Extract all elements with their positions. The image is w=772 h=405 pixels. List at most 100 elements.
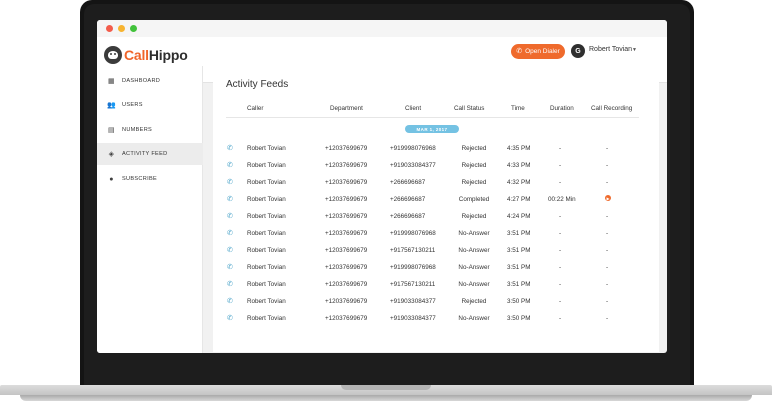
open-dialer-button[interactable]: ✆ Open Dialer bbox=[511, 44, 565, 59]
maximize-window-dot[interactable] bbox=[130, 25, 137, 32]
laptop-base bbox=[0, 385, 772, 405]
outgoing-call-icon: ✆ bbox=[227, 298, 233, 305]
outgoing-call-icon: ✆ bbox=[227, 145, 233, 152]
cell-status: No-Answer bbox=[458, 247, 490, 254]
table-row[interactable]: ✆ Robert Tovian +12037699679 +919033084377 N… bbox=[213, 310, 659, 327]
column-header-caller: Caller bbox=[247, 105, 264, 112]
sidebar-item-label: DASHBOARD bbox=[122, 78, 161, 84]
cell-caller: Robert Tovian bbox=[247, 264, 286, 271]
cell-client: +266696687 bbox=[390, 196, 426, 203]
outgoing-call-icon: ✆ bbox=[227, 162, 233, 169]
cell-department: +12037699679 bbox=[325, 162, 368, 169]
page-title: Activity Feeds bbox=[226, 79, 289, 90]
cell-time: 3:51 PM bbox=[507, 281, 531, 288]
cell-caller: Robert Tovian bbox=[247, 196, 286, 203]
chevron-down-icon[interactable]: ▼ bbox=[632, 47, 637, 53]
cell-status: Rejected bbox=[461, 213, 487, 220]
table-row[interactable]: ✆ Robert Tovian +12037699679 +917567130211 N… bbox=[213, 242, 659, 259]
cell-department: +12037699679 bbox=[325, 315, 368, 322]
column-header-call-status: Call Status bbox=[454, 105, 485, 112]
cell-recording: - bbox=[606, 230, 609, 237]
laptop-stage: CallHippo ✆ Open Dialer G Robert Tovian … bbox=[0, 0, 772, 405]
close-window-dot[interactable] bbox=[106, 25, 113, 32]
cell-status: No-Answer bbox=[458, 264, 490, 271]
cell-duration: - bbox=[558, 145, 562, 152]
table-row[interactable]: ✆ Robert Tovian +12037699679 +919998076968 N… bbox=[213, 225, 659, 242]
table-row[interactable]: ✆ Robert Tovian +12037699679 +266696687 Comp… bbox=[213, 191, 659, 208]
column-header-time: Time bbox=[511, 105, 525, 112]
subscribe-icon: ● bbox=[109, 175, 114, 183]
table-row[interactable]: ✆ Robert Tovian +12037699679 +266696687 Reje… bbox=[213, 174, 659, 191]
play-recording-icon[interactable]: ▶ bbox=[605, 195, 611, 201]
cell-duration: - bbox=[558, 247, 562, 254]
sidebar-item-label: USERS bbox=[122, 102, 143, 108]
cell-recording: - bbox=[606, 281, 609, 288]
logo-text: CallHippo bbox=[124, 47, 188, 63]
open-dialer-label: Open Dialer bbox=[525, 48, 560, 55]
date-badge: MAR 1, 2017 bbox=[405, 125, 459, 133]
sidebar-item-dashboard[interactable]: ▦ DASHBOARD bbox=[97, 70, 203, 92]
cell-recording: - bbox=[606, 298, 609, 305]
outgoing-call-icon: ✆ bbox=[227, 281, 233, 288]
cell-status: No-Answer bbox=[458, 230, 490, 237]
column-header-duration: Duration bbox=[550, 105, 574, 112]
callhippo-logo[interactable]: CallHippo bbox=[104, 44, 188, 66]
outgoing-call-icon: ✆ bbox=[227, 179, 233, 186]
column-header-department: Department bbox=[330, 105, 363, 112]
cell-status: Completed bbox=[458, 196, 490, 203]
header-divider bbox=[226, 117, 639, 118]
sidebar-item-label: ACTIVITY FEED bbox=[122, 151, 168, 157]
cell-client: +919033084377 bbox=[390, 315, 436, 322]
cell-department: +12037699679 bbox=[325, 247, 368, 254]
app-window: CallHippo ✆ Open Dialer G Robert Tovian … bbox=[97, 20, 667, 353]
cell-caller: Robert Tovian bbox=[247, 298, 286, 305]
cell-duration: - bbox=[558, 264, 562, 271]
cell-status: Rejected bbox=[461, 162, 487, 169]
cell-client: +919033084377 bbox=[390, 162, 436, 169]
cell-caller: Robert Tovian bbox=[247, 213, 286, 220]
minimize-window-dot[interactable] bbox=[118, 25, 125, 32]
cell-time: 3:51 PM bbox=[507, 247, 531, 254]
table-row[interactable]: ✆ Robert Tovian +12037699679 +919033084377 R… bbox=[213, 157, 659, 174]
sidebar-item-subscribe[interactable]: ● SUBSCRIBE bbox=[97, 168, 203, 190]
cell-caller: Robert Tovian bbox=[247, 247, 286, 254]
window-titlebar bbox=[97, 20, 667, 37]
cell-recording: - bbox=[606, 315, 609, 322]
table-row[interactable]: ✆ Robert Tovian +12037699679 +917567130211 N… bbox=[213, 276, 659, 293]
sidebar-item-users[interactable]: 👥 USERS bbox=[97, 94, 203, 116]
cell-department: +12037699679 bbox=[325, 298, 368, 305]
cell-caller: Robert Tovian bbox=[247, 162, 286, 169]
sidebar-item-activity-feed[interactable]: ◈ ACTIVITY FEED bbox=[97, 143, 203, 165]
outgoing-call-icon: ✆ bbox=[227, 196, 233, 203]
user-name[interactable]: Robert Tovian bbox=[589, 46, 632, 53]
cell-caller: Robert Tovian bbox=[247, 315, 286, 322]
outgoing-call-icon: ✆ bbox=[227, 213, 233, 220]
cell-client: +919033084377 bbox=[390, 298, 436, 305]
activity-icon: ◈ bbox=[108, 150, 115, 158]
phone-icon: ✆ bbox=[516, 48, 523, 55]
cell-client: +919998076968 bbox=[390, 145, 436, 152]
cell-recording: - bbox=[606, 247, 609, 254]
cell-recording: - bbox=[606, 264, 609, 271]
sidebar-item-numbers[interactable]: ▤ NUMBERS bbox=[97, 119, 203, 141]
table-row[interactable]: ✆ Robert Tovian +12037699679 +266696687 Reje… bbox=[213, 208, 659, 225]
cell-client: +917567130211 bbox=[390, 247, 436, 254]
cell-department: +12037699679 bbox=[325, 281, 368, 288]
cell-status: No-Answer bbox=[458, 315, 490, 322]
sidebar: ▦ DASHBOARD 👥 USERS ▤ NUMBERS ◈ ACTIVITY… bbox=[97, 66, 203, 353]
cell-duration: - bbox=[558, 298, 562, 305]
cell-client: +919998076968 bbox=[390, 264, 436, 271]
sidebar-item-label: SUBSCRIBE bbox=[122, 176, 158, 182]
cell-time: 3:51 PM bbox=[507, 230, 531, 237]
table-row[interactable]: ✆ Robert Tovian +12037699679 +919998076968 R… bbox=[213, 140, 659, 157]
avatar[interactable]: G bbox=[571, 44, 585, 58]
cell-department: +12037699679 bbox=[325, 264, 368, 271]
table-row[interactable]: ✆ Robert Tovian +12037699679 +919033084377 R… bbox=[213, 293, 659, 310]
cell-client: +266696687 bbox=[390, 213, 426, 220]
cell-duration: - bbox=[558, 213, 562, 220]
cell-caller: Robert Tovian bbox=[247, 179, 286, 186]
cell-time: 4:35 PM bbox=[507, 145, 531, 152]
table-row[interactable]: ✆ Robert Tovian +12037699679 +919998076968 N… bbox=[213, 259, 659, 276]
cell-time: 4:33 PM bbox=[507, 162, 531, 169]
cell-time: 3:51 PM bbox=[507, 264, 531, 271]
